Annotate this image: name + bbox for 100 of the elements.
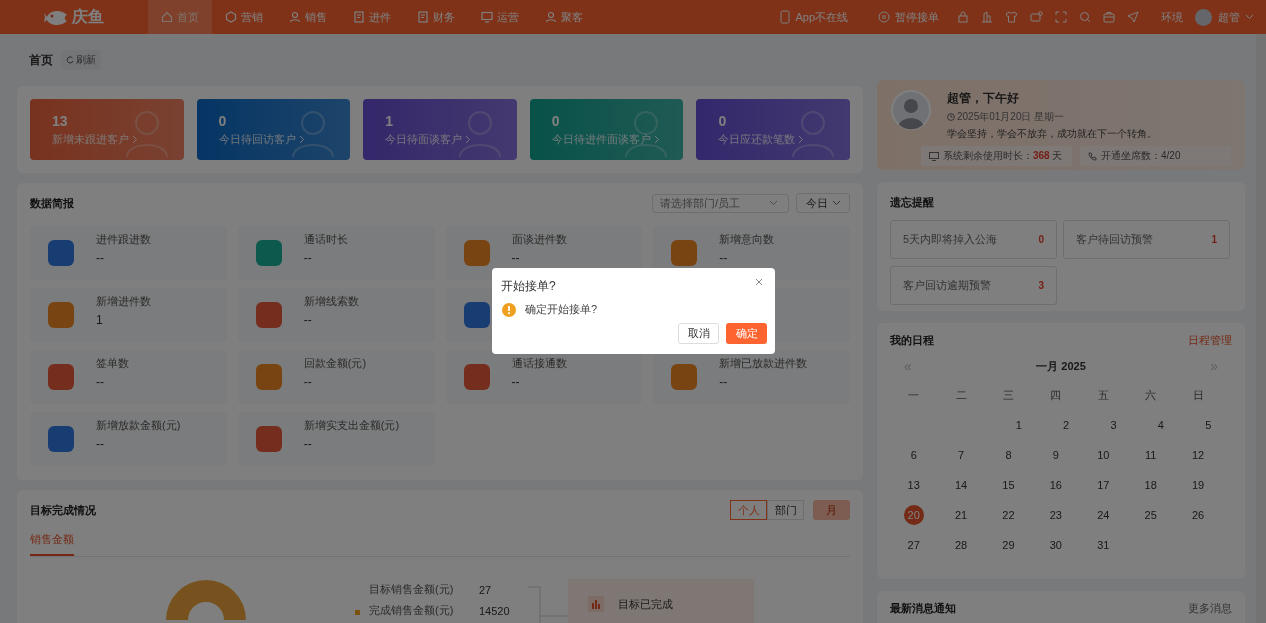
schedule-manage-link[interactable]: 日程管理: [1188, 333, 1232, 348]
calendar-day[interactable]: 11: [1140, 445, 1161, 465]
pause-icon: [878, 11, 890, 23]
nav-tab[interactable]: 营销: [212, 0, 276, 34]
briefcase-icon[interactable]: [1103, 11, 1115, 23]
message-icon[interactable]: [1030, 10, 1043, 24]
calendar-day[interactable]: 22: [998, 505, 1019, 525]
month-button[interactable]: 月: [813, 500, 850, 520]
calendar-day[interactable]: 2: [1056, 415, 1077, 435]
metric-value: --: [96, 436, 105, 451]
stat-value: 1: [385, 112, 394, 129]
calendar-day[interactable]: 3: [1103, 415, 1124, 435]
app-status-button[interactable]: App不在线: [780, 9, 848, 25]
page-title: 首页: [29, 51, 53, 69]
reminder-card[interactable]: 5天内即将掉入公海 0: [890, 220, 1057, 259]
sales-amount-tab[interactable]: 销售金额: [30, 532, 74, 556]
building-icon[interactable]: [981, 11, 993, 23]
calendar-day[interactable]: 5: [1198, 415, 1219, 435]
calendar-day[interactable]: 6: [903, 445, 924, 465]
stat-card[interactable]: 13 新增未跟进客户: [30, 99, 184, 160]
stat-link[interactable]: 今日待回访客户: [218, 131, 351, 147]
calendar-day[interactable]: 17: [1093, 475, 1114, 495]
calendar-day[interactable]: 18: [1140, 475, 1161, 495]
reminder-card[interactable]: 客户待回访预警 1: [1063, 220, 1230, 259]
scope-toggle[interactable]: 个人: [730, 500, 767, 520]
scrollbar[interactable]: [1256, 34, 1266, 623]
nav-tab[interactable]: 聚客: [532, 0, 596, 34]
metric-icon: [671, 240, 698, 266]
nav-tab[interactable]: 运营: [468, 0, 532, 34]
nav-tab[interactable]: 进件: [340, 0, 404, 34]
metric-label: 新增意向数: [719, 231, 775, 247]
metric-icon: [463, 240, 490, 266]
reminder-label: 5天内即将掉入公海: [903, 232, 998, 247]
reminder-card[interactable]: 客户回访逾期预警 3: [890, 266, 1057, 305]
metric-icon: [48, 240, 74, 266]
metric-label: 回款金额(元): [303, 355, 367, 371]
metric-icon: [463, 364, 490, 390]
phone-icon: [780, 10, 791, 24]
goal-status-text: 目标已完成: [617, 596, 673, 612]
metric-label: 面谈进件数: [511, 231, 567, 247]
metric-value: --: [719, 374, 729, 389]
pause-orders-button[interactable]: 暂停接单: [878, 9, 939, 25]
dialog-message: 确定开始接单?: [525, 302, 598, 317]
shirt-icon[interactable]: [1005, 11, 1018, 23]
monitor-icon: [481, 11, 493, 23]
legend-label: 完成销售金额(元): [369, 603, 455, 618]
chevron-down-icon: [831, 200, 841, 206]
period-dropdown[interactable]: 今日: [796, 193, 850, 213]
calendar-day[interactable]: 1: [1008, 415, 1029, 435]
metric-icon: [48, 426, 74, 452]
calendar-day[interactable]: 8: [998, 445, 1019, 465]
calendar-day[interactable]: 30: [1045, 535, 1066, 555]
calendar-day[interactable]: 15: [998, 475, 1019, 495]
metric-label: 通话接通数: [511, 355, 567, 371]
metric-label: 新增线索数: [303, 293, 359, 309]
calendar-day[interactable]: 10: [1093, 445, 1114, 465]
calendar-day[interactable]: 31: [1093, 535, 1114, 555]
chevron-right-icon: [465, 134, 472, 144]
section-title: 遗忘提醒: [890, 196, 934, 208]
metric-icon: [255, 240, 282, 266]
nav-tab[interactable]: 销售: [276, 0, 340, 34]
search-icon[interactable]: [1079, 11, 1091, 23]
calendar-day[interactable]: 13: [903, 475, 924, 495]
calendar-day[interactable]: 14: [951, 475, 972, 495]
document-icon: [353, 11, 365, 23]
calendar-day[interactable]: 26: [1188, 505, 1209, 525]
metric-value: --: [303, 250, 313, 265]
more-messages-link[interactable]: 更多消息: [1188, 601, 1232, 616]
refresh-button[interactable]: 刷新: [61, 50, 101, 70]
calendar-day[interactable]: 28: [951, 535, 972, 555]
send-icon[interactable]: [1127, 11, 1139, 23]
user-menu[interactable]: 超管: [1218, 9, 1254, 25]
calendar-day[interactable]: 19: [1188, 475, 1209, 495]
scope-toggle[interactable]: 部门: [767, 500, 804, 520]
calendar-day[interactable]: 20: [903, 505, 924, 525]
lock-icon[interactable]: [957, 11, 969, 23]
metric-value: --: [511, 374, 521, 389]
stat-card[interactable]: 0 今日待回访客户: [196, 99, 351, 160]
calendar-day[interactable]: 25: [1140, 505, 1161, 525]
confirm-button[interactable]: 确定: [726, 323, 767, 344]
stat-card[interactable]: 0 今日待进件面谈客户: [529, 99, 684, 160]
environment-label[interactable]: 环境: [1161, 9, 1183, 25]
legend-label: 目标销售金额(元): [369, 582, 455, 597]
calendar-day[interactable]: 29: [998, 535, 1019, 555]
calendar-day[interactable]: 7: [951, 445, 972, 465]
calendar-day[interactable]: 23: [1045, 505, 1066, 525]
calendar-day[interactable]: 9: [1045, 445, 1066, 465]
section-title: 目标完成情况: [30, 502, 96, 518]
calendar-day[interactable]: 4: [1150, 415, 1171, 435]
calendar-day[interactable]: 12: [1188, 445, 1209, 465]
close-icon[interactable]: [755, 278, 763, 286]
chevron-down-icon: [1245, 14, 1254, 20]
calendar-day[interactable]: 21: [951, 505, 972, 525]
calendar-day[interactable]: 16: [1045, 475, 1066, 495]
calendar-day[interactable]: 24: [1093, 505, 1114, 525]
cancel-button[interactable]: 取消: [678, 323, 719, 344]
warning-icon: [502, 302, 516, 317]
calendar-day[interactable]: 27: [903, 535, 924, 555]
fullscreen-icon[interactable]: [1055, 11, 1067, 23]
nav-tab[interactable]: 财务: [404, 0, 468, 34]
